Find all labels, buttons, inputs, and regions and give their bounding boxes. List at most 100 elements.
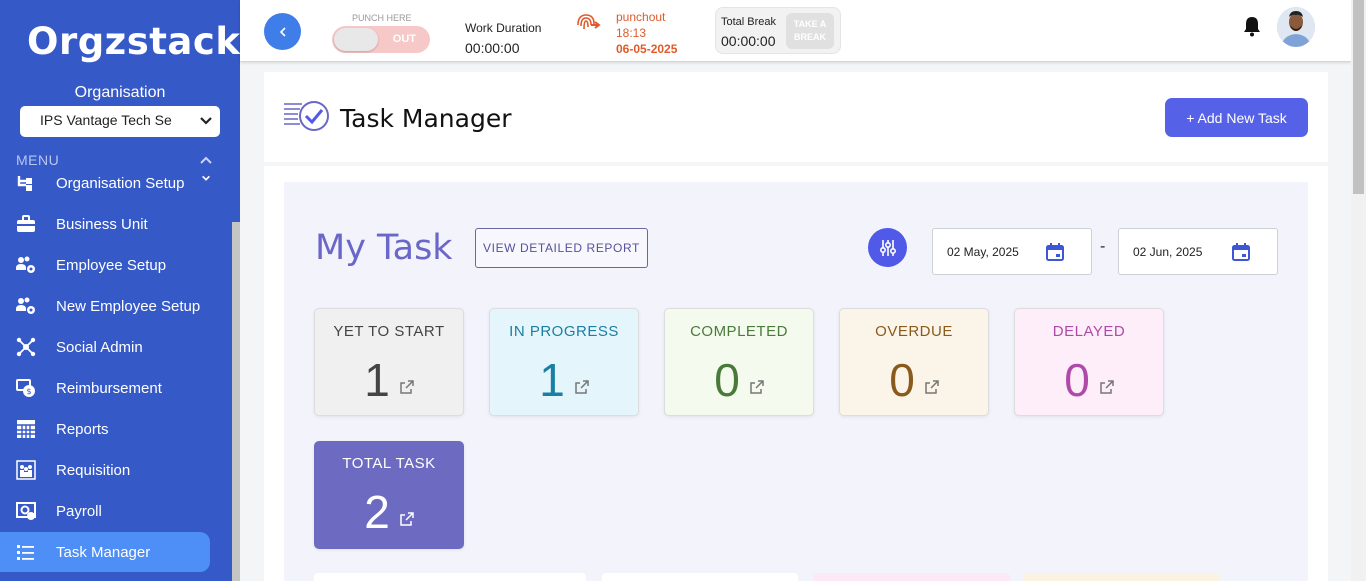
organisation-select[interactable]: IPS Vantage Tech Se	[20, 106, 220, 137]
app-logo[interactable]: Orgzstack	[27, 20, 240, 63]
page-title: Task Manager	[340, 104, 512, 133]
add-new-task-button[interactable]: + Add New Task	[1165, 98, 1308, 137]
take-break-line1: TAKE A	[793, 19, 827, 29]
punch-toggle[interactable]: OUT	[332, 26, 430, 53]
stat-label: DELAYED	[1052, 323, 1126, 340]
sidebar-item-social-admin[interactable]: Social Admin	[0, 327, 210, 367]
stat-label: TOTAL TASK	[342, 455, 436, 472]
external-link-icon[interactable]	[400, 512, 414, 526]
external-link-icon[interactable]	[1100, 380, 1114, 394]
calendar-icon[interactable]	[1045, 242, 1065, 262]
stat-card-delayed[interactable]: DELAYED 0	[1014, 308, 1164, 416]
task-checklist-icon	[284, 101, 329, 131]
sidebar-item-label: Employee Setup	[56, 256, 167, 274]
team-icon	[16, 460, 36, 480]
network-icon	[16, 337, 36, 357]
page-scrollbar-thumb[interactable]	[1353, 0, 1364, 194]
sidebar-item-label: Social Admin	[56, 338, 143, 356]
punch-state: OUT	[392, 33, 416, 45]
stat-value: 0	[714, 354, 740, 406]
sidebar-item-business-unit[interactable]: Business Unit	[0, 204, 210, 244]
toggle-knob	[334, 28, 378, 51]
date-range-separator: -	[1100, 238, 1106, 255]
users-gear-icon	[16, 297, 35, 314]
top-bar: PUNCH HERE OUT Work Duration 00:00:00 pu…	[240, 0, 1351, 62]
punch-label: PUNCH HERE	[352, 13, 412, 23]
sidebar-item-employee-setup[interactable]: Employee Setup	[0, 245, 210, 285]
stat-value: 0	[1064, 354, 1090, 406]
stat-card-completed[interactable]: COMPLETED 0	[664, 308, 814, 416]
punch-status: punchout	[616, 10, 666, 24]
my-task-title: My Task	[315, 228, 453, 268]
sidebar-item-label: Payroll	[56, 502, 102, 520]
calendar-icon[interactable]	[1231, 242, 1251, 262]
bell-icon[interactable]	[1242, 15, 1262, 37]
sidebar-item-reimbursement[interactable]: $ Reimbursement	[0, 368, 210, 408]
sidebar-item-organisation-setup[interactable]: Organisation Setup	[0, 168, 210, 203]
users-gear-icon	[16, 256, 35, 273]
total-break-box: Total Break 00:00:00 TAKE A BREAK	[715, 7, 841, 54]
avatar[interactable]	[1277, 7, 1315, 47]
work-duration-value: 00:00:00	[465, 40, 520, 56]
organisation-select-value: IPS Vantage Tech Se	[40, 112, 172, 128]
sidebar: Orgzstack Organisation IPS Vantage Tech …	[0, 0, 240, 581]
money-refresh-icon: $	[16, 379, 35, 397]
sidebar-scrollbar[interactable]	[232, 222, 240, 581]
collapse-sidebar-button[interactable]	[264, 13, 301, 50]
sliders-icon	[879, 239, 896, 256]
total-break-label: Total Break	[721, 16, 777, 28]
stat-value: 0	[889, 354, 915, 406]
sidebar-item-label: Requisition	[56, 461, 131, 479]
stat-card-in-progress[interactable]: IN PROGRESS 1	[489, 308, 639, 416]
user-photo-icon	[1277, 7, 1315, 47]
sidebar-item-label: New Employee Setup	[56, 297, 201, 315]
briefcase-icon	[17, 215, 35, 232]
organisation-label: Organisation	[74, 84, 166, 101]
filter-button[interactable]	[868, 228, 907, 267]
external-link-icon[interactable]	[400, 380, 414, 394]
stat-card-overdue[interactable]: OVERDUE 0	[839, 308, 989, 416]
external-link-icon[interactable]	[750, 380, 764, 394]
sidebar-menu: Organisation Setup Business Unit Employe…	[0, 168, 232, 581]
stat-label: OVERDUE	[875, 323, 953, 340]
task-list-icon	[17, 545, 34, 560]
svg-text:$: $	[26, 387, 31, 396]
stat-card-total-task[interactable]: TOTAL TASK 2	[314, 441, 464, 549]
hierarchy-icon	[17, 176, 32, 191]
sidebar-item-reports[interactable]: Reports	[0, 409, 210, 449]
stat-card-yet-to-start[interactable]: YET TO START 1	[314, 308, 464, 416]
take-break-button[interactable]: TAKE A BREAK	[786, 13, 834, 49]
task-list-card	[602, 573, 798, 581]
chevron-up-icon[interactable]	[199, 154, 213, 168]
punch-date: 06-05-2025	[616, 42, 678, 56]
task-list-card	[314, 573, 586, 581]
sidebar-item-label: Organisation Setup	[56, 174, 185, 192]
date-from-field[interactable]: 02 May, 2025	[932, 228, 1092, 275]
grid-icon	[17, 420, 35, 438]
chevron-down-icon	[200, 117, 212, 125]
my-task-panel: My Task VIEW DETAILED REPORT 02 May, 202…	[284, 182, 1308, 581]
stat-value: 1	[539, 354, 565, 406]
sidebar-item-new-employee-setup[interactable]: New Employee Setup	[0, 286, 210, 326]
view-detailed-report-button[interactable]: VIEW DETAILED REPORT	[475, 228, 648, 268]
chevron-down-icon	[202, 175, 210, 181]
sidebar-item-label: Task Manager	[56, 543, 151, 561]
menu-header: MENU	[16, 152, 60, 168]
sidebar-item-label: Business Unit	[56, 215, 148, 233]
sidebar-item-task-manager[interactable]: Task Manager	[0, 532, 210, 572]
date-to-field[interactable]: 02 Jun, 2025	[1118, 228, 1278, 275]
punch-time: 18:13	[616, 26, 647, 40]
sidebar-item-payroll[interactable]: Payroll	[0, 491, 210, 531]
fingerprint-icon	[577, 14, 601, 30]
sidebar-item-label: Reports	[56, 420, 109, 438]
stat-label: IN PROGRESS	[509, 323, 619, 340]
payroll-icon	[16, 502, 36, 520]
stat-value: 1	[364, 354, 390, 406]
take-break-line2: BREAK	[793, 32, 826, 42]
sidebar-item-requisition[interactable]: Requisition	[0, 450, 210, 490]
external-link-icon[interactable]	[925, 380, 939, 394]
date-from-value: 02 May, 2025	[947, 245, 1019, 259]
chevron-left-icon	[279, 26, 286, 37]
stat-value: 2	[364, 486, 390, 538]
external-link-icon[interactable]	[575, 380, 589, 394]
